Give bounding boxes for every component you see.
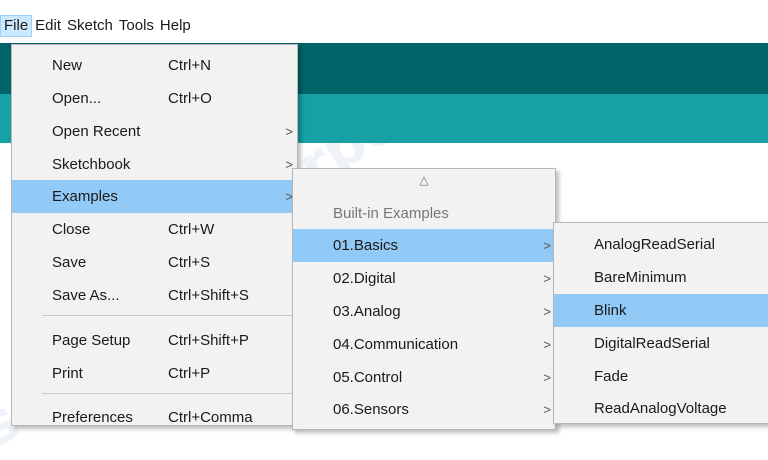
menu-separator: [42, 315, 293, 316]
menu-item-shortcut: Ctrl+S: [168, 254, 211, 271]
menu-item-examples[interactable]: Examples >: [12, 180, 297, 213]
basics-menu: AnalogReadSerial BareMinimum Blink Digit…: [553, 222, 768, 424]
basics-item-digitalreadserial[interactable]: DigitalReadSerial: [554, 327, 768, 360]
examples-item-digital[interactable]: 02.Digital >: [293, 262, 555, 295]
menu-item-shortcut: Ctrl+O: [168, 90, 212, 107]
menu-item-label: Close: [52, 221, 91, 238]
menu-item-close[interactable]: Close Ctrl+W: [12, 213, 297, 246]
menu-item-label: 02.Digital: [333, 270, 396, 287]
menu-bar: File Edit Sketch Tools Help: [0, 0, 768, 43]
menu-item-label: Save As...: [52, 287, 120, 304]
menu-item-label: Open...: [52, 90, 102, 107]
menu-item-label: Save: [52, 254, 87, 271]
menu-item-label: Open Recent: [52, 123, 141, 140]
menu-item-label: 05.Control: [333, 369, 403, 386]
menu-item-open[interactable]: Open... Ctrl+O: [12, 82, 297, 115]
chevron-right-icon: >: [285, 124, 293, 139]
basics-item-analogreadserial[interactable]: AnalogReadSerial: [554, 228, 768, 261]
basics-item-fade[interactable]: Fade: [554, 360, 768, 393]
chevron-right-icon: >: [543, 271, 551, 286]
menu-tools[interactable]: Tools: [116, 15, 157, 37]
chevron-right-icon: >: [543, 304, 551, 319]
basics-item-bareminimum[interactable]: BareMinimum: [554, 261, 768, 294]
chevron-right-icon: >: [543, 238, 551, 253]
examples-item-control[interactable]: 05.Control >: [293, 361, 555, 394]
menu-item-label: Examples: [52, 188, 118, 205]
examples-menu: △ Built-in Examples 01.Basics > 02.Digit…: [292, 168, 556, 430]
menu-edit[interactable]: Edit: [32, 15, 64, 37]
examples-item-communication[interactable]: 04.Communication >: [293, 328, 555, 361]
menu-separator: [42, 393, 293, 394]
menu-item-save-as[interactable]: Save As... Ctrl+Shift+S: [12, 279, 297, 312]
menu-item-label: DigitalReadSerial: [594, 335, 710, 352]
menu-item-label: 04.Communication: [333, 336, 459, 353]
menu-item-new[interactable]: New Ctrl+N: [12, 49, 297, 82]
examples-item-basics[interactable]: 01.Basics >: [293, 229, 555, 262]
menu-item-label: BareMinimum: [594, 269, 687, 286]
menu-item-label: Blink: [594, 302, 627, 319]
menu-item-label: New: [52, 57, 83, 74]
examples-section-header: Built-in Examples: [293, 197, 555, 230]
menu-item-label: 01.Basics: [333, 237, 399, 254]
menu-item-save[interactable]: Save Ctrl+S: [12, 246, 297, 279]
menu-item-shortcut: Ctrl+Shift+S: [168, 287, 249, 304]
menu-item-print[interactable]: Print Ctrl+P: [12, 357, 297, 390]
menu-item-label: AnalogReadSerial: [594, 236, 715, 253]
menu-item-shortcut: Ctrl+W: [168, 221, 215, 238]
basics-item-readanalogvoltage[interactable]: ReadAnalogVoltage: [554, 392, 768, 425]
scroll-up-icon[interactable]: △: [293, 173, 555, 187]
menu-item-label: Page Setup: [52, 332, 131, 349]
chevron-right-icon: >: [543, 370, 551, 385]
section-header-label: Built-in Examples: [333, 205, 449, 222]
menu-item-sketchbook[interactable]: Sketchbook >: [12, 148, 297, 181]
menu-item-page-setup[interactable]: Page Setup Ctrl+Shift+P: [12, 324, 297, 357]
menu-item-shortcut: Ctrl+Shift+P: [168, 332, 249, 349]
file-menu: New Ctrl+N Open... Ctrl+O Open Recent > …: [11, 44, 298, 426]
examples-item-sensors[interactable]: 06.Sensors >: [293, 393, 555, 426]
menu-item-label: Fade: [594, 368, 629, 385]
menu-item-shortcut: Ctrl+N: [168, 57, 211, 74]
menu-sketch[interactable]: Sketch: [64, 15, 116, 37]
chevron-right-icon: >: [543, 402, 551, 417]
chevron-right-icon: >: [543, 337, 551, 352]
examples-item-analog[interactable]: 03.Analog >: [293, 295, 555, 328]
menu-item-label: Sketchbook: [52, 156, 131, 173]
menu-help[interactable]: Help: [157, 15, 194, 37]
menu-item-shortcut: Ctrl+P: [168, 365, 211, 382]
menu-item-open-recent[interactable]: Open Recent >: [12, 115, 297, 148]
menu-item-label: 06.Sensors: [333, 401, 409, 418]
menu-item-label: Print: [52, 365, 83, 382]
menu-item-label: 03.Analog: [333, 303, 401, 320]
menu-file[interactable]: File: [0, 14, 33, 37]
menu-item-label: ReadAnalogVoltage: [594, 400, 727, 417]
basics-item-blink[interactable]: Blink: [554, 294, 768, 327]
